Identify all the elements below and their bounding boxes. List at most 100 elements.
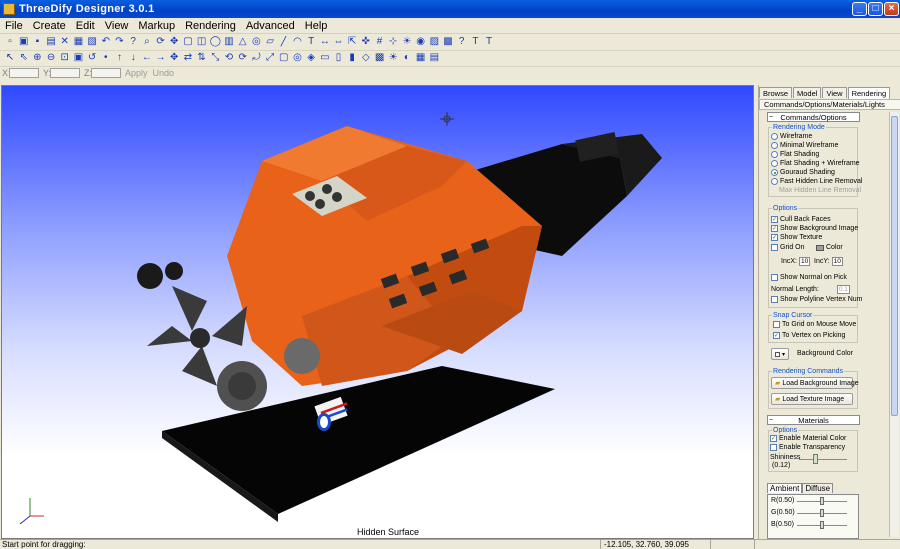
radio-fast-hidden-line[interactable]: Fast Hidden Line Removal <box>771 178 863 185</box>
menu-file[interactable]: File <box>0 20 28 32</box>
mat-icon[interactable]: ◐ <box>401 52 413 64</box>
radio-flat-shading-wireframe[interactable]: Flat Shading + Wireframe <box>771 160 860 167</box>
radio-icon[interactable] <box>771 178 778 185</box>
checkbox-icon[interactable] <box>770 444 777 451</box>
move-y-icon[interactable]: ⇅ <box>196 52 208 64</box>
checkbox-checked-icon[interactable]: ✓ <box>770 435 777 442</box>
arrow-icon[interactable]: ↖ <box>4 52 16 64</box>
incy-input[interactable]: 10 <box>831 257 843 266</box>
menu-view[interactable]: View <box>100 20 134 32</box>
cut-icon[interactable]: ✕ <box>59 36 71 48</box>
view-side-icon[interactable]: ▮ <box>346 52 358 64</box>
load-texture-image-button[interactable]: ▰ Load Texture Image <box>771 393 853 405</box>
node-icon[interactable]: • <box>100 52 112 64</box>
view-top-icon[interactable]: ▯ <box>333 52 345 64</box>
tab-browse[interactable]: Browse <box>759 87 793 98</box>
menu-markup[interactable]: Markup <box>133 20 180 32</box>
shininess-slider-track[interactable] <box>799 459 847 460</box>
maximize-button[interactable]: □ <box>868 2 883 16</box>
collapse-icon[interactable]: − <box>769 113 773 122</box>
layer-icon[interactable]: ▤ <box>428 52 440 64</box>
save-icon[interactable]: ▪ <box>31 36 43 48</box>
left-icon[interactable]: ← <box>141 52 153 64</box>
select-icon[interactable]: ⇱ <box>346 36 358 48</box>
tee-icon[interactable]: T <box>469 36 481 48</box>
grid-on-checkbox[interactable]: Grid On <box>771 244 805 251</box>
axis-icon[interactable]: ⊹ <box>387 36 399 48</box>
scale-icon[interactable]: ⤢ <box>264 52 276 64</box>
show-polyline-vertex-checkbox[interactable]: Show Polyline Vertex Num <box>771 296 862 303</box>
cone-icon[interactable]: △ <box>237 36 249 48</box>
move-z-icon[interactable]: ⤡ <box>209 52 221 64</box>
load-background-image-button[interactable]: ▰ Load Background Image <box>771 377 859 389</box>
subtab-commands[interactable]: Commands/Options/Materials/Lights <box>759 99 900 110</box>
light-icon[interactable]: ☀ <box>387 52 399 64</box>
dropdown-arrow-icon[interactable]: ▾ <box>782 351 785 358</box>
zoom-box-icon[interactable]: ⊡ <box>59 52 71 64</box>
snap-icon[interactable]: ✜ <box>360 36 372 48</box>
color-swatch-icon[interactable] <box>775 351 780 357</box>
radio-wireframe[interactable]: Wireframe <box>771 133 812 140</box>
box-icon[interactable]: ▢ <box>182 36 194 48</box>
undo-icon[interactable]: ↶ <box>100 36 112 48</box>
zoom-icon[interactable]: ⌕ <box>141 36 153 48</box>
color-swatch-icon[interactable] <box>816 244 824 251</box>
pan-icon[interactable]: ✥ <box>168 36 180 48</box>
show-background-image-checkbox[interactable]: ✓ Show Background Image <box>771 225 858 232</box>
dim-icon[interactable]: ↔ <box>319 36 331 48</box>
minimize-button[interactable]: _ <box>852 2 867 16</box>
cylinder-icon[interactable]: ▥ <box>223 36 235 48</box>
cull-back-faces-checkbox[interactable]: ✓ Cull Back Faces <box>771 216 831 223</box>
show-texture-checkbox[interactable]: ✓ Show Texture <box>771 234 822 241</box>
view-front-icon[interactable]: ▭ <box>319 52 331 64</box>
light-icon[interactable]: ☀ <box>401 36 413 48</box>
select-all-icon[interactable]: ⇖ <box>18 52 30 64</box>
checkbox-icon[interactable] <box>771 244 778 251</box>
scrollbar-thumb[interactable] <box>891 116 898 416</box>
checkbox-checked-icon[interactable]: ✓ <box>771 225 778 232</box>
move-x-icon[interactable]: ⇄ <box>182 52 194 64</box>
rotate-icon[interactable]: ⟳ <box>155 36 167 48</box>
zoom-out-icon[interactable]: ⊖ <box>45 52 57 64</box>
radio-flat-shading[interactable]: Flat Shading <box>771 151 819 158</box>
new-icon[interactable]: ▫ <box>4 36 16 48</box>
radio-icon[interactable] <box>771 160 778 167</box>
tab-rendering[interactable]: Rendering <box>847 87 891 99</box>
menu-help[interactable]: Help <box>300 20 333 32</box>
orbit-icon[interactable]: ◎ <box>291 52 303 64</box>
tex-icon[interactable]: ▦ <box>415 52 427 64</box>
tee2-icon[interactable]: T <box>483 36 495 48</box>
menu-rendering[interactable]: Rendering <box>180 20 241 32</box>
radio-gouraud-shading[interactable]: Gouraud Shading <box>771 169 835 176</box>
down-icon[interactable]: ↓ <box>127 52 139 64</box>
zoom-prev-icon[interactable]: ↺ <box>86 52 98 64</box>
3d-viewport[interactable] <box>1 85 754 539</box>
save-as-icon[interactable]: ▤ <box>45 36 57 48</box>
show-normal-checkbox[interactable]: Show Normal on Pick <box>771 274 847 281</box>
torus-icon[interactable]: ◎ <box>250 36 262 48</box>
checkbox-icon[interactable] <box>771 274 778 281</box>
wire-icon[interactable]: ▨ <box>428 36 440 48</box>
print-preview-icon[interactable]: ▧ <box>86 36 98 48</box>
rot-y-icon[interactable]: ⟳ <box>237 52 249 64</box>
radio-icon[interactable] <box>771 151 778 158</box>
y-input[interactable] <box>50 68 80 78</box>
materials-header[interactable]: − Materials <box>767 415 860 425</box>
render-icon[interactable]: ▩ <box>374 52 386 64</box>
radio-icon[interactable] <box>771 133 778 140</box>
print-icon[interactable]: ▦ <box>72 36 84 48</box>
right-icon[interactable]: → <box>155 52 167 64</box>
measure-icon[interactable]: ⇔ <box>333 36 345 48</box>
checkbox-checked-icon[interactable]: ✓ <box>771 216 778 223</box>
shininess-slider-thumb[interactable] <box>813 454 819 464</box>
up-icon[interactable]: ↑ <box>114 52 126 64</box>
close-button[interactable]: × <box>884 2 899 16</box>
rot-z-icon[interactable]: ⤾ <box>250 52 262 64</box>
radio-selected-icon[interactable] <box>771 169 778 176</box>
red-slider-thumb[interactable] <box>820 497 824 505</box>
snap-to-grid-checkbox[interactable]: To Grid on Mouse Move <box>773 321 856 328</box>
sphere-icon[interactable]: ◯ <box>209 36 221 48</box>
camera-icon[interactable]: ◉ <box>415 36 427 48</box>
pick-icon[interactable]: ? <box>127 36 139 48</box>
snap-to-vertex-checkbox[interactable]: ✓ To Vertex on Picking <box>773 332 845 339</box>
